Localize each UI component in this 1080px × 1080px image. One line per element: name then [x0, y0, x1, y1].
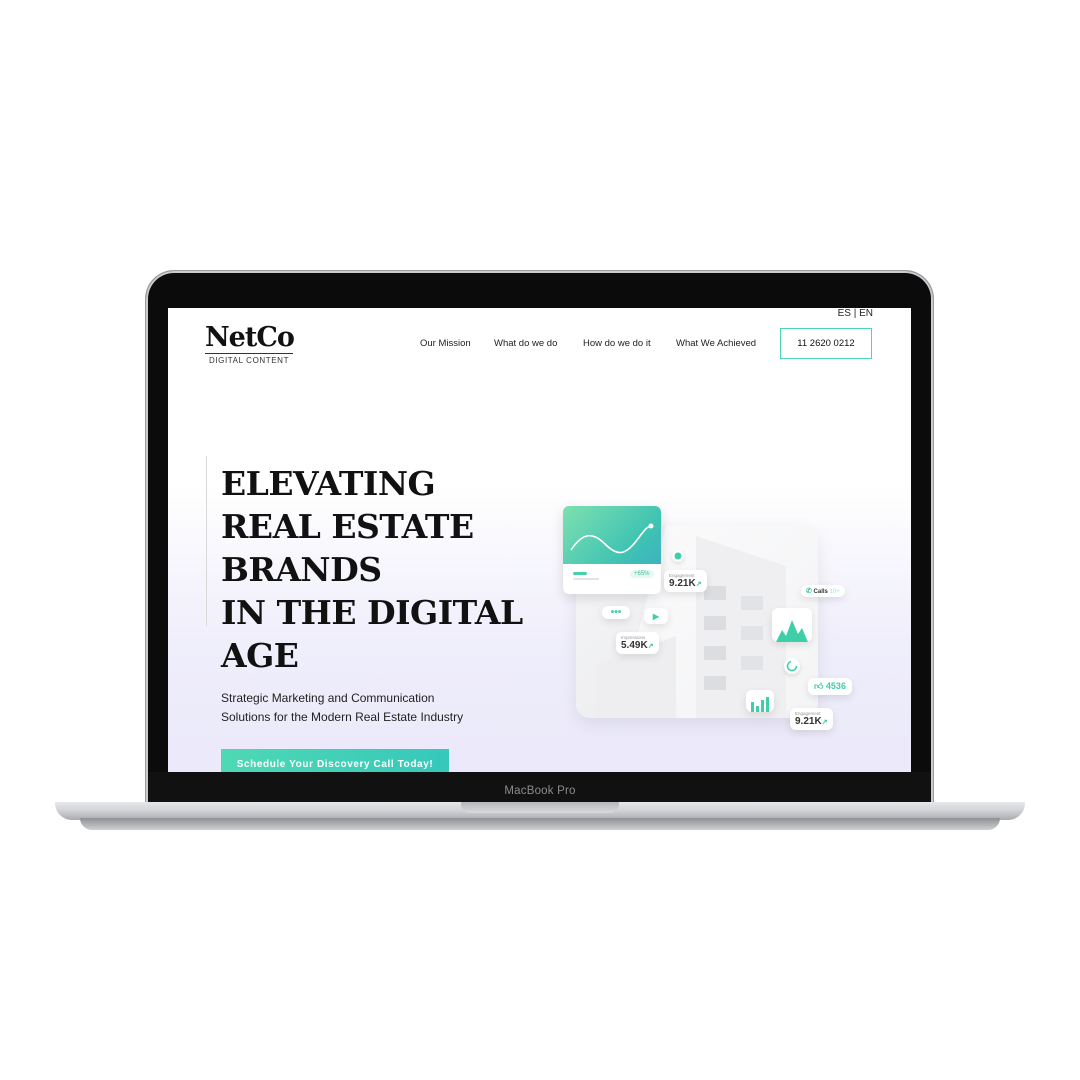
- hero-title-line: IN THE DIGITAL: [221, 593, 523, 632]
- hero-title: ELEVATING REAL ESTATE BRANDS IN THE DIGI…: [221, 462, 523, 677]
- hero-subtitle-line: Solutions for the Modern Real Estate Ind…: [221, 710, 464, 724]
- hero-subtitle: Strategic Marketing and Communication So…: [221, 689, 463, 727]
- hero-title-line: AGE: [221, 636, 299, 675]
- calls-label: Calls: [813, 589, 828, 595]
- engagement-tag-2: Engagement 9.21K↗: [790, 708, 833, 730]
- nav-our-mission[interactable]: Our Mission: [420, 338, 471, 349]
- chart-area: [563, 506, 661, 564]
- heart-icon: [672, 550, 684, 562]
- language-switcher: ES | EN: [838, 308, 873, 319]
- hero-title-line: BRANDS: [221, 550, 382, 589]
- arrow-up-icon: ↗: [647, 643, 654, 650]
- engagement-value: 9.21K: [669, 578, 696, 589]
- lang-es[interactable]: ES: [838, 308, 851, 319]
- hero-title-line: ELEVATING: [221, 464, 436, 503]
- nav-how-do-we-do-it[interactable]: How do we do it: [583, 338, 651, 349]
- area-chart-icon: [772, 608, 812, 642]
- nav-what-we-achieved[interactable]: What We Achieved: [676, 338, 756, 349]
- line-chart: [570, 523, 654, 554]
- hero-title-line: REAL ESTATE: [221, 507, 474, 546]
- hero-divider: [206, 456, 207, 626]
- growth-badge: +65%: [630, 570, 654, 578]
- progress-bar: [573, 572, 587, 575]
- growth-chart-card: +65%: [563, 506, 661, 594]
- dots-icon: •••: [602, 606, 630, 619]
- thumbs-up-icon: 👍︎: [814, 681, 824, 691]
- calls-value: 10+: [829, 589, 840, 595]
- lang-en[interactable]: EN: [859, 308, 873, 319]
- impressions-value: 5.49K: [621, 640, 648, 651]
- hero-illustration: +65% Engagement 9.21K↗ ✆ Calls 10+ ••• ▶…: [558, 498, 858, 748]
- calls-tag: ✆ Calls 10+: [801, 585, 845, 597]
- likes-tag: 👍︎ 4536: [808, 678, 852, 695]
- arrow-up-icon: ↗: [821, 719, 828, 726]
- engagement-value: 9.21K: [795, 716, 822, 727]
- nav-what-do-we-do[interactable]: What do we do: [494, 338, 557, 349]
- engagement-tag: Engagement 9.21K↗: [664, 570, 707, 592]
- progress-ring-icon: [784, 658, 800, 674]
- logo[interactable]: NetCo DIGITAL CONTENT: [205, 322, 295, 365]
- phone-icon: ✆: [806, 588, 812, 595]
- logo-wordmark: NetCo: [205, 322, 295, 353]
- lang-separator: |: [853, 308, 857, 319]
- play-icon: ▶: [644, 608, 668, 624]
- impressions-tag: Impressions 5.49K↗: [616, 632, 659, 654]
- likes-value: 4536: [825, 681, 846, 691]
- logo-tagline: DIGITAL CONTENT: [205, 353, 293, 365]
- laptop-notch: [461, 802, 619, 813]
- bar-chart-icon: [746, 690, 774, 712]
- laptop-base-shadow: [80, 818, 1000, 830]
- phone-button[interactable]: 11 2620 0212: [780, 328, 872, 359]
- device-label: MacBook Pro: [504, 785, 576, 797]
- cta-button[interactable]: Schedule Your Discovery Call Today!: [221, 749, 449, 772]
- hero-subtitle-line: Strategic Marketing and Communication: [221, 691, 435, 705]
- website-screen: NetCo DIGITAL CONTENT ES | EN Our Missio…: [168, 308, 911, 772]
- arrow-up-icon: ↗: [695, 581, 702, 588]
- progress-track: [573, 578, 599, 580]
